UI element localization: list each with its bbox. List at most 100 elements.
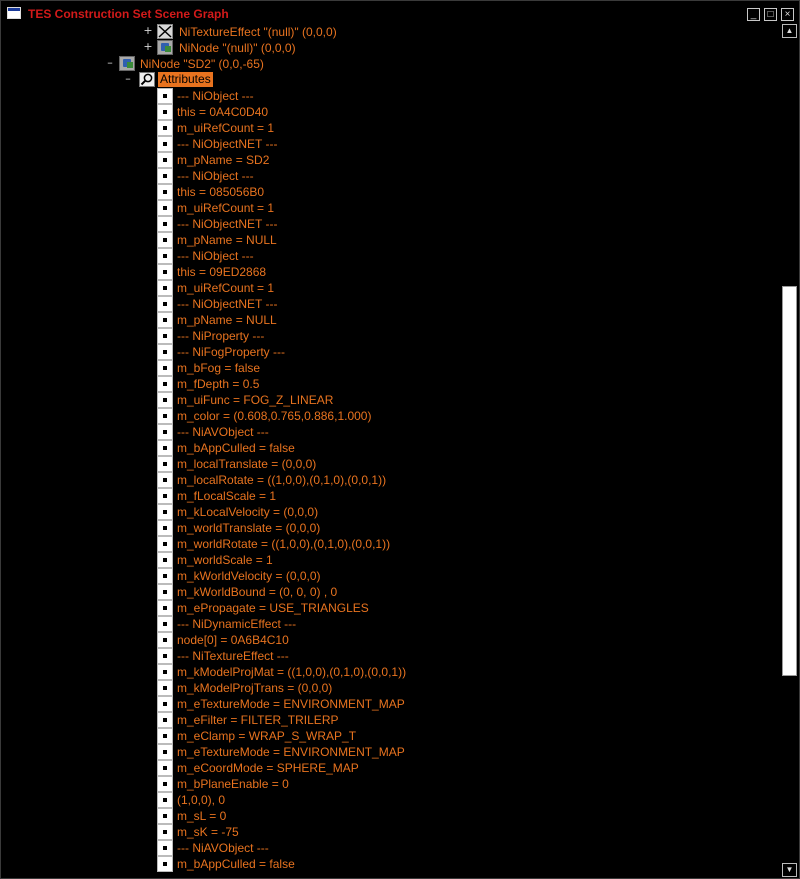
scrollbar-thumb[interactable] (782, 286, 797, 676)
attribute-row[interactable]: m_bAppCulled = false (3, 440, 781, 456)
attribute-label[interactable]: --- NiAVObject --- (177, 425, 269, 439)
attribute-label[interactable]: m_kModelProjMat = ((1,0,0),(0,1,0),(0,0,… (177, 665, 406, 679)
attribute-row[interactable]: --- NiDynamicEffect --- (3, 616, 781, 632)
attribute-label[interactable]: --- NiAVObject --- (177, 841, 269, 855)
attribute-label[interactable]: this = 085056B0 (177, 185, 264, 199)
attribute-row[interactable]: this = 085056B0 (3, 184, 781, 200)
vertical-scrollbar[interactable]: ▲ ▼ (782, 24, 798, 877)
scroll-up-arrow-icon[interactable]: ▲ (782, 24, 797, 38)
tree-node-label-selected[interactable]: Attributes (158, 72, 213, 87)
attribute-label[interactable]: m_kModelProjTrans = (0,0,0) (177, 681, 332, 695)
attribute-label[interactable]: m_bFog = false (177, 361, 260, 375)
attribute-label[interactable]: --- NiFogProperty --- (177, 345, 285, 359)
attribute-label[interactable]: m_kWorldVelocity = (0,0,0) (177, 569, 321, 583)
attribute-label[interactable]: --- NiObject --- (177, 89, 254, 103)
attribute-label[interactable]: this = 0A4C0D40 (177, 105, 268, 119)
attribute-label[interactable]: node[0] = 0A6B4C10 (177, 633, 289, 647)
attribute-row[interactable]: m_bPlaneEnable = 0 (3, 776, 781, 792)
attribute-label[interactable]: this = 09ED2868 (177, 265, 266, 279)
attribute-row[interactable]: m_uiFunc = FOG_Z_LINEAR (3, 392, 781, 408)
attribute-label[interactable]: m_bAppCulled = false (177, 857, 295, 871)
attribute-label[interactable]: m_pName = NULL (177, 313, 277, 327)
maximize-button[interactable]: □ (764, 8, 777, 21)
attribute-row[interactable]: m_uiRefCount = 1 (3, 120, 781, 136)
attribute-label[interactable]: m_kWorldBound = (0, 0, 0) , 0 (177, 585, 337, 599)
attribute-label[interactable]: m_worldTranslate = (0,0,0) (177, 521, 320, 535)
minimize-button[interactable]: _ (747, 8, 760, 21)
attribute-row[interactable]: m_localTranslate = (0,0,0) (3, 456, 781, 472)
attribute-label[interactable]: m_localTranslate = (0,0,0) (177, 457, 316, 471)
attribute-label[interactable]: m_fLocalScale = 1 (177, 489, 276, 503)
attribute-label[interactable]: --- NiObject --- (177, 169, 254, 183)
attribute-label[interactable]: m_worldRotate = ((1,0,0),(0,1,0),(0,0,1)… (177, 537, 390, 551)
attribute-row[interactable]: node[0] = 0A6B4C10 (3, 632, 781, 648)
attribute-row[interactable]: --- NiAVObject --- (3, 840, 781, 856)
attribute-row[interactable]: --- NiObjectNET --- (3, 216, 781, 232)
attribute-label[interactable]: --- NiObjectNET --- (177, 297, 277, 311)
attribute-row[interactable]: m_pName = NULL (3, 232, 781, 248)
attribute-label[interactable]: m_eTextureMode = ENVIRONMENT_MAP (177, 745, 405, 759)
attribute-label[interactable]: m_uiRefCount = 1 (177, 121, 274, 135)
attribute-row[interactable]: --- NiAVObject --- (3, 424, 781, 440)
attribute-row[interactable]: this = 0A4C0D40 (3, 104, 781, 120)
attribute-label[interactable]: m_uiRefCount = 1 (177, 281, 274, 295)
attribute-label[interactable]: m_kLocalVelocity = (0,0,0) (177, 505, 318, 519)
attribute-label[interactable]: m_bPlaneEnable = 0 (177, 777, 289, 791)
attribute-row[interactable]: m_uiRefCount = 1 (3, 280, 781, 296)
attribute-row[interactable]: m_kModelProjTrans = (0,0,0) (3, 680, 781, 696)
attribute-row[interactable]: --- NiProperty --- (3, 328, 781, 344)
attribute-label[interactable]: m_eTextureMode = ENVIRONMENT_MAP (177, 697, 405, 711)
attribute-label[interactable]: m_eCoordMode = SPHERE_MAP (177, 761, 359, 775)
attribute-label[interactable]: --- NiDynamicEffect --- (177, 617, 296, 631)
attribute-row[interactable]: this = 09ED2868 (3, 264, 781, 280)
attribute-label[interactable]: --- NiTextureEffect --- (177, 649, 289, 663)
attribute-row[interactable]: m_ePropagate = USE_TRIANGLES (3, 600, 781, 616)
attribute-row[interactable]: m_worldRotate = ((1,0,0),(0,1,0),(0,0,1)… (3, 536, 781, 552)
attribute-label[interactable]: m_pName = SD2 (177, 153, 269, 167)
attribute-label[interactable]: m_pName = NULL (177, 233, 277, 247)
tree-node-label[interactable]: NiNode "SD2" (0,0,-65) (140, 57, 264, 71)
attribute-row[interactable]: m_kLocalVelocity = (0,0,0) (3, 504, 781, 520)
attribute-row[interactable]: m_eTextureMode = ENVIRONMENT_MAP (3, 744, 781, 760)
attribute-label[interactable]: m_sL = 0 (177, 809, 226, 823)
attribute-row[interactable]: --- NiObjectNET --- (3, 296, 781, 312)
scroll-down-arrow-icon[interactable]: ▼ (782, 863, 797, 877)
tree-node-null-ninode[interactable]: + NiNode "(null)" (0,0,0) (3, 40, 781, 56)
attribute-label[interactable]: m_ePropagate = USE_TRIANGLES (177, 601, 369, 615)
close-button[interactable]: × (781, 8, 794, 21)
attribute-row[interactable]: m_bFog = false (3, 360, 781, 376)
attribute-row[interactable]: --- NiObjectNET --- (3, 136, 781, 152)
collapse-toggle[interactable]: – (123, 73, 133, 84)
attribute-row[interactable]: m_worldScale = 1 (3, 552, 781, 568)
scene-graph-tree[interactable]: + NiTextureEffect "(null)" (0,0,0) + NiN… (3, 24, 781, 878)
attribute-row[interactable]: --- NiTextureEffect --- (3, 648, 781, 664)
attribute-label[interactable]: m_localRotate = ((1,0,0),(0,1,0),(0,0,1)… (177, 473, 386, 487)
attribute-label[interactable]: m_color = (0.608,0.765,0.886,1.000) (177, 409, 371, 423)
attribute-row[interactable]: m_bAppCulled = false (3, 856, 781, 872)
attribute-row[interactable]: m_sK = -75 (3, 824, 781, 840)
attribute-row[interactable]: m_eTextureMode = ENVIRONMENT_MAP (3, 696, 781, 712)
attribute-row[interactable]: m_color = (0.608,0.765,0.886,1.000) (3, 408, 781, 424)
expand-toggle[interactable]: + (143, 41, 153, 52)
attribute-row[interactable]: m_uiRefCount = 1 (3, 200, 781, 216)
attribute-row[interactable]: m_eCoordMode = SPHERE_MAP (3, 760, 781, 776)
attribute-label[interactable]: m_bAppCulled = false (177, 441, 295, 455)
attribute-row[interactable]: m_kWorldBound = (0, 0, 0) , 0 (3, 584, 781, 600)
expand-toggle[interactable]: + (143, 25, 153, 36)
attribute-row[interactable]: m_worldTranslate = (0,0,0) (3, 520, 781, 536)
attribute-label[interactable]: --- NiProperty --- (177, 329, 264, 343)
tree-node-sd2[interactable]: – NiNode "SD2" (0,0,-65) (3, 56, 781, 72)
attribute-label[interactable]: --- NiObject --- (177, 249, 254, 263)
tree-node-label[interactable]: NiNode "(null)" (0,0,0) (179, 41, 296, 55)
attribute-row[interactable]: m_eClamp = WRAP_S_WRAP_T (3, 728, 781, 744)
tree-node-attributes[interactable]: – Attributes (3, 72, 781, 88)
attribute-row[interactable]: m_eFilter = FILTER_TRILERP (3, 712, 781, 728)
attribute-label[interactable]: m_worldScale = 1 (177, 553, 273, 567)
attribute-label[interactable]: (1,0,0), 0 (177, 793, 225, 807)
attribute-row[interactable]: m_fLocalScale = 1 (3, 488, 781, 504)
attribute-row[interactable]: (1,0,0), 0 (3, 792, 781, 808)
attribute-row[interactable]: --- NiObject --- (3, 248, 781, 264)
attribute-label[interactable]: m_fDepth = 0.5 (177, 377, 259, 391)
attribute-label[interactable]: m_eClamp = WRAP_S_WRAP_T (177, 729, 356, 743)
attribute-label[interactable]: --- NiObjectNET --- (177, 137, 277, 151)
